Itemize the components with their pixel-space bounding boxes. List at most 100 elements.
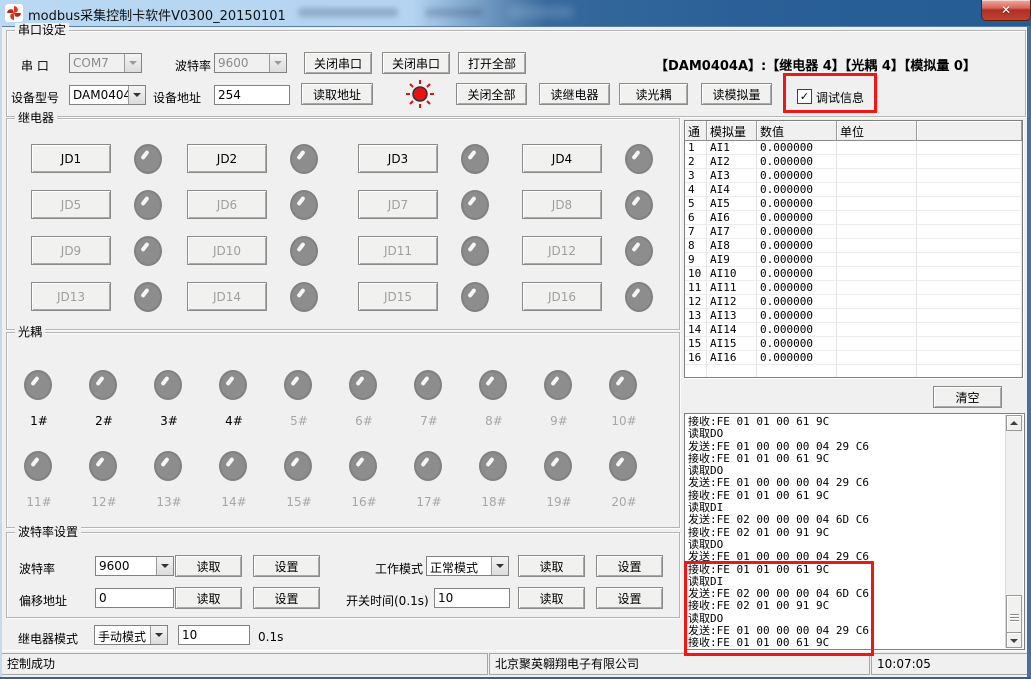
table-row[interactable] bbox=[685, 365, 1022, 378]
table-row[interactable]: 4AI40.000000 bbox=[685, 183, 1022, 197]
dropdown-arrow-icon[interactable] bbox=[150, 626, 167, 644]
table-row[interactable]: 6AI60.000000 bbox=[685, 211, 1022, 225]
set-offset-button[interactable]: 设置 bbox=[253, 587, 320, 609]
relay-button-jd8[interactable]: JD8 bbox=[522, 190, 602, 219]
relay-button-jd4[interactable]: JD4 bbox=[522, 144, 602, 173]
table-cell bbox=[917, 197, 1022, 211]
debug-info-checkbox[interactable]: ✓ bbox=[797, 89, 812, 104]
table-row[interactable]: 5AI50.000000 bbox=[685, 197, 1022, 211]
dropdown-arrow-icon[interactable] bbox=[128, 86, 145, 104]
clear-log-button[interactable]: 清空 bbox=[933, 386, 1002, 408]
relay-button-jd16[interactable]: JD16 bbox=[522, 282, 602, 311]
table-header-col-4[interactable]: 单位 bbox=[837, 121, 917, 141]
table-row[interactable]: 8AI80.000000 bbox=[685, 239, 1022, 253]
baud-value: 9600 bbox=[215, 54, 269, 72]
relay-button-jd10[interactable]: JD10 bbox=[187, 236, 267, 265]
device-address-input[interactable] bbox=[214, 85, 290, 105]
relay-button-jd2[interactable]: JD2 bbox=[187, 144, 267, 173]
close-all-button[interactable]: 关闭全部 bbox=[456, 83, 527, 105]
table-header-col-5[interactable] bbox=[917, 121, 1022, 141]
switch-time-input[interactable] bbox=[434, 588, 510, 608]
relay-button-jd6[interactable]: JD6 bbox=[187, 190, 267, 219]
read-relay-button[interactable]: 读继电器 bbox=[539, 83, 610, 105]
table-header-col-1[interactable]: 通 bbox=[685, 121, 707, 141]
table-row[interactable]: 13AI130.000000 bbox=[685, 309, 1022, 323]
table-header-col-3[interactable]: 数值 bbox=[757, 121, 837, 141]
read-baudrate-button[interactable]: 读取 bbox=[175, 555, 242, 577]
relay-button-jd1[interactable]: JD1 bbox=[31, 144, 111, 173]
read-address-button[interactable]: 读取地址 bbox=[301, 83, 373, 105]
table-row[interactable]: 14AI140.000000 bbox=[685, 323, 1022, 337]
log-line: 发送:FE 01 00 00 00 04 29 C6 bbox=[688, 477, 1006, 489]
table-cell: AI11 bbox=[707, 281, 757, 295]
relay-button-jd11[interactable]: JD11 bbox=[358, 236, 438, 265]
dropdown-arrow-icon[interactable] bbox=[269, 54, 286, 72]
model-combobox[interactable]: DAM0404A bbox=[69, 85, 146, 105]
relay-mode-time-input[interactable] bbox=[178, 625, 250, 645]
read-work-mode-button[interactable]: 读取 bbox=[518, 555, 585, 577]
port-combobox[interactable]: COM7 bbox=[69, 53, 142, 73]
log-line: 接收:FE 02 01 00 91 9C bbox=[688, 527, 1006, 539]
relay-button-jd15[interactable]: JD15 bbox=[358, 282, 438, 311]
table-header-col-2[interactable]: 模拟量 bbox=[707, 121, 757, 141]
baud-combobox[interactable]: 9600 bbox=[214, 53, 287, 73]
relay-button-jd14[interactable]: JD14 bbox=[187, 282, 267, 311]
table-row[interactable]: 2AI20.000000 bbox=[685, 155, 1022, 169]
table-row[interactable]: 3AI30.000000 bbox=[685, 169, 1022, 183]
dropdown-arrow-icon[interactable] bbox=[491, 557, 508, 575]
close-serial-button-1[interactable]: 关闭串口 bbox=[304, 52, 372, 74]
set-work-mode-button[interactable]: 设置 bbox=[596, 555, 663, 577]
work-mode-combobox[interactable]: 正常模式 bbox=[426, 556, 509, 576]
log-line: 接收:FE 02 01 00 91 9C bbox=[688, 600, 1006, 612]
opto-led-6 bbox=[349, 370, 377, 400]
table-row[interactable]: 1AI10.000000 bbox=[685, 141, 1022, 155]
relay-button-jd12[interactable]: JD12 bbox=[522, 236, 602, 265]
log-scrollbar[interactable] bbox=[1005, 415, 1023, 648]
table-row[interactable]: 9AI90.000000 bbox=[685, 253, 1022, 267]
opto-group: 光耦 1#2#3#4#5#6#7#8#9#10#11#12#13#14#15#1… bbox=[6, 332, 680, 528]
baudrate-combobox[interactable]: 9600 bbox=[95, 556, 174, 576]
table-cell: 15 bbox=[685, 337, 707, 351]
table-row[interactable]: 15AI150.000000 bbox=[685, 337, 1022, 351]
scroll-up-arrow-icon[interactable] bbox=[1006, 415, 1022, 431]
analog-table-header: 通模拟量数值单位 bbox=[685, 121, 1022, 141]
table-cell: AI6 bbox=[707, 211, 757, 225]
relay-mode-combobox[interactable]: 手动模式 bbox=[94, 625, 168, 645]
read-analog-button[interactable]: 读模拟量 bbox=[701, 83, 772, 105]
relay-button-jd9[interactable]: JD9 bbox=[31, 236, 111, 265]
opto-label-9: 9# bbox=[534, 414, 584, 428]
table-row[interactable]: 16AI160.000000 bbox=[685, 351, 1022, 365]
set-switch-time-button[interactable]: 设置 bbox=[596, 587, 663, 609]
close-button[interactable]: ✕ bbox=[981, 0, 1031, 21]
dropdown-arrow-icon[interactable] bbox=[156, 557, 173, 575]
table-row[interactable]: 7AI70.000000 bbox=[685, 225, 1022, 239]
read-opto-button[interactable]: 读光耦 bbox=[619, 83, 688, 105]
table-cell: 0.000000 bbox=[757, 183, 837, 197]
table-cell: AI15 bbox=[707, 337, 757, 351]
read-switch-time-button[interactable]: 读取 bbox=[518, 587, 585, 609]
table-row[interactable]: 11AI110.000000 bbox=[685, 281, 1022, 295]
table-row[interactable]: 12AI120.000000 bbox=[685, 295, 1022, 309]
dropdown-arrow-icon[interactable] bbox=[124, 54, 141, 72]
log-line: 接收:FE 01 01 00 61 9C bbox=[688, 453, 1006, 465]
table-cell bbox=[837, 253, 917, 267]
relay-button-jd5[interactable]: JD5 bbox=[31, 190, 111, 219]
table-row[interactable]: 10AI100.000000 bbox=[685, 267, 1022, 281]
scroll-down-arrow-icon[interactable] bbox=[1006, 632, 1022, 648]
table-cell bbox=[837, 155, 917, 169]
table-cell bbox=[917, 253, 1022, 267]
relay-led-6 bbox=[290, 190, 318, 220]
relay-led-13 bbox=[134, 282, 162, 312]
offset-address-input[interactable] bbox=[95, 588, 174, 608]
read-offset-button[interactable]: 读取 bbox=[175, 587, 242, 609]
table-cell bbox=[917, 365, 1022, 378]
set-baudrate-button[interactable]: 设置 bbox=[253, 555, 320, 577]
relay-button-jd13[interactable]: JD13 bbox=[31, 282, 111, 311]
table-cell: 0.000000 bbox=[757, 323, 837, 337]
relay-button-jd7[interactable]: JD7 bbox=[358, 190, 438, 219]
relay-button-jd3[interactable]: JD3 bbox=[358, 144, 438, 173]
relay-led-15 bbox=[461, 282, 489, 312]
close-serial-button-2[interactable]: 关闭串口 bbox=[382, 52, 450, 74]
table-cell bbox=[917, 351, 1022, 365]
open-all-button[interactable]: 打开全部 bbox=[458, 52, 526, 74]
